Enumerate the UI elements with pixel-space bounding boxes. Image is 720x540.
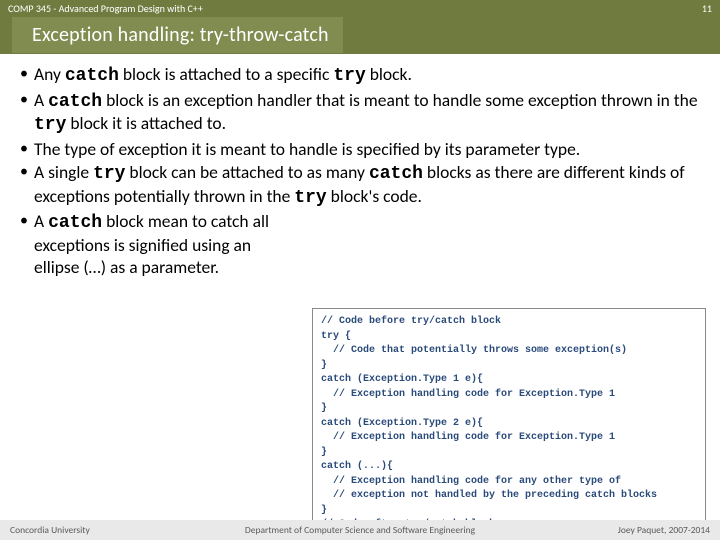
bullet-list: Any catch block is attached to a specifi… bbox=[18, 64, 702, 279]
title-band: Exception handling: try-throw-catch bbox=[0, 16, 720, 54]
code-example: // Code before try/catch block try { // … bbox=[312, 308, 706, 540]
code-keyword: try bbox=[34, 115, 66, 135]
code-keyword: catch bbox=[369, 164, 423, 184]
code-keyword: try bbox=[294, 188, 326, 208]
course-label: COMP 345 - Advanced Program Design with … bbox=[8, 2, 203, 15]
code-keyword: try bbox=[93, 164, 125, 184]
footer-right: Joey Paquet, 2007-2014 bbox=[618, 524, 710, 536]
code-keyword: catch bbox=[65, 66, 119, 86]
content-area: Any catch block is attached to a specifi… bbox=[0, 54, 720, 279]
page-number: 11 bbox=[702, 2, 712, 15]
bullet-item: A single try block can be attached to as… bbox=[18, 162, 702, 209]
bullet-item: A catch block mean to catch all exceptio… bbox=[18, 211, 702, 278]
bullet-item: Any catch block is attached to a specifi… bbox=[18, 64, 702, 88]
header-bar: COMP 345 - Advanced Program Design with … bbox=[0, 0, 720, 16]
code-keyword: try bbox=[333, 66, 365, 86]
bullet-item: The type of exception it is meant to han… bbox=[18, 139, 702, 161]
bullet-item: A catch block is an exception handler th… bbox=[18, 90, 702, 137]
footer-center: Department of Computer Science and Softw… bbox=[245, 524, 475, 536]
footer-left: Concordia University bbox=[10, 524, 90, 536]
slide-title: Exception handling: try-throw-catch bbox=[12, 17, 343, 53]
code-keyword: catch bbox=[48, 213, 102, 233]
code-text: // Code before try/catch block try { // … bbox=[321, 315, 697, 533]
footer-bar: Concordia University Department of Compu… bbox=[0, 520, 720, 540]
code-keyword: catch bbox=[48, 92, 102, 112]
